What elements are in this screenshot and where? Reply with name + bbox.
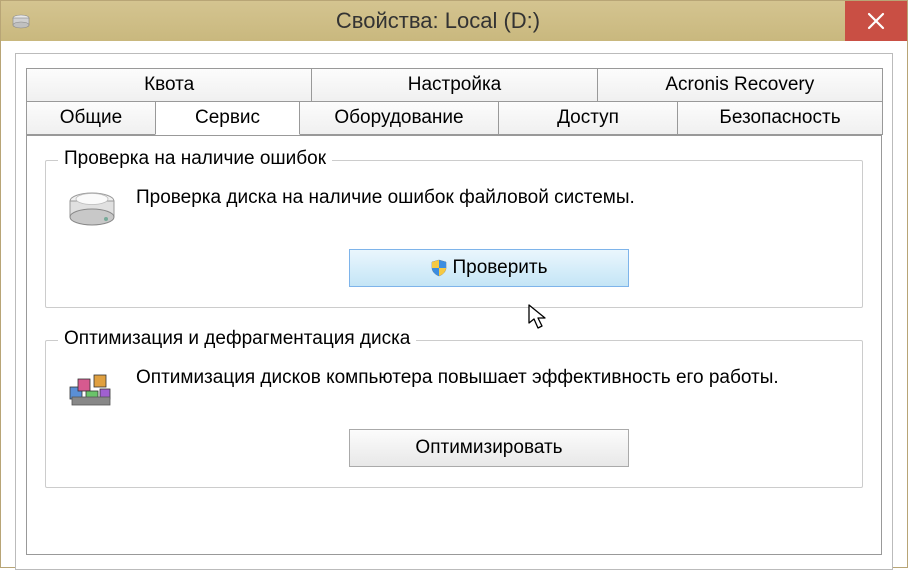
check-button-label: Проверить xyxy=(452,257,547,279)
optimize-button-label: Оптимизировать xyxy=(415,437,562,459)
tab-general[interactable]: Общие xyxy=(26,101,156,135)
uac-shield-icon xyxy=(430,259,448,277)
properties-window: Свойства: Local (D:) Квота Настройка Acr… xyxy=(0,0,908,568)
optimize-button[interactable]: Оптимизировать xyxy=(349,429,629,467)
drive-icon xyxy=(11,13,31,29)
button-row: Проверить xyxy=(66,249,842,287)
groupbox-optimize-title: Оптимизация и дефрагментация диска xyxy=(58,328,416,350)
content-wrapper: Квота Настройка Acronis Recovery Общие С… xyxy=(1,41,907,582)
groupbox-error-check-title: Проверка на наличие ошибок xyxy=(58,148,332,170)
tab-sharing[interactable]: Доступ xyxy=(498,101,678,135)
error-check-description: Проверка диска на наличие ошибок файлово… xyxy=(136,185,635,211)
groupbox-optimize: Оптимизация и дефрагментация диска Оптим… xyxy=(45,340,863,488)
tab-hardware[interactable]: Оборудование xyxy=(299,101,499,135)
window-title: Свойства: Local (D:) xyxy=(31,8,845,34)
groupbox-error-check: Проверка на наличие ошибок Проверка диск… xyxy=(45,160,863,308)
tab-quota[interactable]: Квота xyxy=(26,68,312,102)
titlebar: Свойства: Local (D:) xyxy=(1,1,907,41)
tab-tools[interactable]: Сервис xyxy=(155,101,300,135)
tab-row-1: Квота Настройка Acronis Recovery xyxy=(26,68,882,102)
drive-check-icon xyxy=(66,189,118,231)
tools-pane: Проверка на наличие ошибок Проверка диск… xyxy=(26,135,882,555)
button-row: Оптимизировать xyxy=(66,429,842,467)
check-button[interactable]: Проверить xyxy=(349,249,629,287)
tab-settings[interactable]: Настройка xyxy=(311,68,597,102)
group-row: Оптимизация дисков компьютера повышает э… xyxy=(66,365,842,411)
tab-acronis[interactable]: Acronis Recovery xyxy=(597,68,883,102)
tab-row-2: Общие Сервис Оборудование Доступ Безопас… xyxy=(26,101,882,135)
group-row: Проверка диска на наличие ошибок файлово… xyxy=(66,185,842,231)
tab-security[interactable]: Безопасность xyxy=(677,101,883,135)
defrag-icon xyxy=(66,369,118,411)
optimize-description: Оптимизация дисков компьютера повышает э… xyxy=(136,365,779,391)
content-panel: Квота Настройка Acronis Recovery Общие С… xyxy=(15,53,893,570)
close-button[interactable] xyxy=(845,1,907,41)
